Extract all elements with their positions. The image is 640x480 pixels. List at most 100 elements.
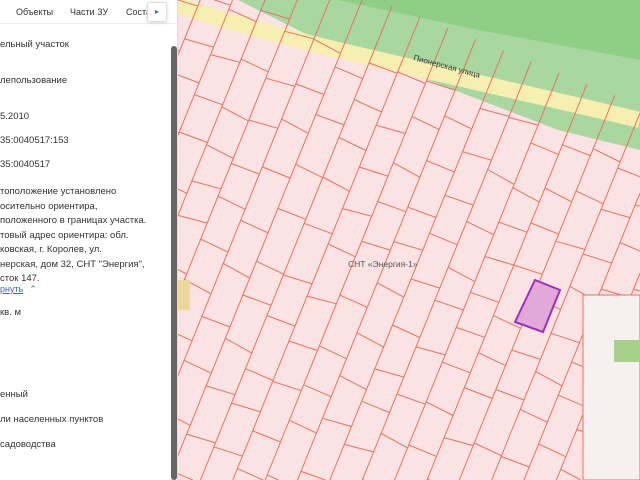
parcel-boundary	[443, 437, 474, 447]
parcel-boundary	[466, 221, 494, 236]
parcel-boundary	[600, 208, 631, 219]
parcel-boundary	[262, 166, 291, 179]
parcel-boundary	[635, 204, 640, 207]
parcel-boundary	[356, 332, 384, 348]
chevron-up-icon: ⌃	[29, 284, 37, 294]
parcel-boundary	[442, 361, 471, 374]
parcel-boundary	[425, 401, 454, 416]
parcel-boundary	[252, 430, 281, 443]
parcel-boundary	[240, 219, 269, 234]
parcel-boundary	[248, 119, 278, 129]
parcel-boundary	[205, 385, 236, 396]
parcel-boundary	[513, 264, 543, 275]
cadastral-map[interactable]: Пионерская улица СНТ «Энергия-1»	[178, 0, 640, 480]
field-area: кв. м	[0, 307, 22, 318]
parcel-boundary	[186, 433, 216, 444]
address-line: товый адрес ориентира: обл.	[0, 229, 129, 241]
parcel-boundary	[183, 359, 212, 374]
parcel-boundary	[213, 446, 243, 457]
parcel-boundary	[575, 190, 604, 205]
parcel-boundary	[191, 180, 222, 190]
parcel-boundary	[447, 266, 476, 283]
parcel-boundary	[530, 222, 559, 235]
parcel-boundary	[377, 201, 407, 213]
parcel-boundary	[300, 470, 326, 480]
address-line: ковская, г. Королев, ул.	[0, 244, 102, 255]
parcel-boundary	[256, 260, 284, 275]
collapse-toggle[interactable]: рнуть ⌃	[0, 282, 37, 298]
parcel-boundary	[221, 106, 249, 122]
parcel-boundary	[283, 274, 313, 285]
selected-parcel[interactable]	[513, 278, 562, 334]
parcel-boundary	[426, 160, 455, 173]
parcel-boundary	[232, 16, 421, 480]
parcel-boundary	[501, 456, 530, 468]
parcel-boundary	[429, 232, 458, 246]
parcel-boundary	[184, 38, 214, 48]
parcel-boundary	[393, 241, 423, 251]
parcel-boundary	[306, 295, 337, 305]
chevron-right-icon[interactable]: ▸	[147, 2, 167, 22]
parcel-boundary	[295, 83, 325, 95]
field-category: ельный участок	[0, 39, 69, 50]
parcel-boundary	[206, 144, 234, 159]
parcel-boundary	[178, 188, 188, 194]
parcel-boundary	[359, 166, 389, 177]
parcel-boundary	[245, 368, 274, 381]
parcel-boundary	[178, 214, 208, 224]
parcel-boundary	[474, 442, 502, 457]
parcel-boundary	[617, 167, 640, 178]
parcel-boundary	[558, 394, 587, 408]
address-line: осительно ориентира,	[0, 200, 98, 212]
parcel-boundary	[408, 444, 437, 457]
field-status: енный	[0, 389, 28, 400]
parcel-boundary	[582, 253, 612, 264]
parcel-boundary	[633, 288, 640, 292]
map-canvas[interactable]: Пионерская улица СНТ «Энергия-1»	[178, 0, 640, 480]
parcel-boundary	[334, 66, 363, 80]
field-date: 5.2010	[0, 111, 30, 122]
parcel-boundary	[272, 380, 302, 392]
parcel-boundary	[470, 291, 499, 303]
parcel-boundary	[178, 269, 187, 275]
parcel-boundary	[303, 384, 332, 398]
parcel-boundary	[322, 176, 350, 192]
parcel-boundary	[444, 115, 472, 130]
scrollbar[interactable]	[171, 46, 177, 480]
parcel-boundary	[550, 332, 580, 344]
parcel-boundary	[426, 84, 588, 480]
parcel-boundary	[281, 118, 309, 134]
parcel-boundary	[434, 299, 464, 311]
parcel-boundary	[339, 375, 367, 391]
parcel-boundary	[444, 194, 474, 206]
parcel-boundary	[178, 74, 200, 84]
parcel-boundary	[361, 240, 391, 251]
parcel-boundary	[495, 389, 525, 401]
parcel-boundary	[179, 131, 208, 143]
parcel-boundary	[592, 148, 621, 163]
parcel-boundary	[200, 238, 229, 253]
tab-objects[interactable]: Объекты	[16, 7, 53, 17]
parcel-boundary	[462, 151, 492, 161]
parcel-boundary	[376, 124, 406, 134]
parcel-boundary	[361, 61, 532, 480]
yellow-plot	[178, 280, 190, 310]
parcel-boundary	[394, 72, 560, 480]
parcel-boundary	[479, 108, 510, 117]
parcel-boundary	[201, 315, 231, 328]
tab-bar: Объекты Части ЗУ Соста ▸	[0, 0, 177, 24]
field-permitted-use: садоводства	[0, 439, 56, 450]
parcel-boundary	[380, 432, 408, 449]
address-line: тоположение установлено	[0, 186, 117, 197]
parcel-boundary	[530, 142, 559, 155]
collapse-link[interactable]: рнуть	[0, 284, 23, 294]
parcel-boundary	[264, 27, 449, 480]
parcel-boundary	[535, 370, 563, 387]
parcel-boundary	[225, 337, 252, 354]
parcel-boundary	[619, 242, 640, 252]
parcel-boundary	[396, 393, 426, 405]
tab-parts[interactable]: Части ЗУ	[70, 7, 108, 17]
parcel-boundary	[242, 294, 272, 306]
parcel-boundary	[353, 99, 382, 113]
parcel-boundary	[210, 54, 240, 63]
